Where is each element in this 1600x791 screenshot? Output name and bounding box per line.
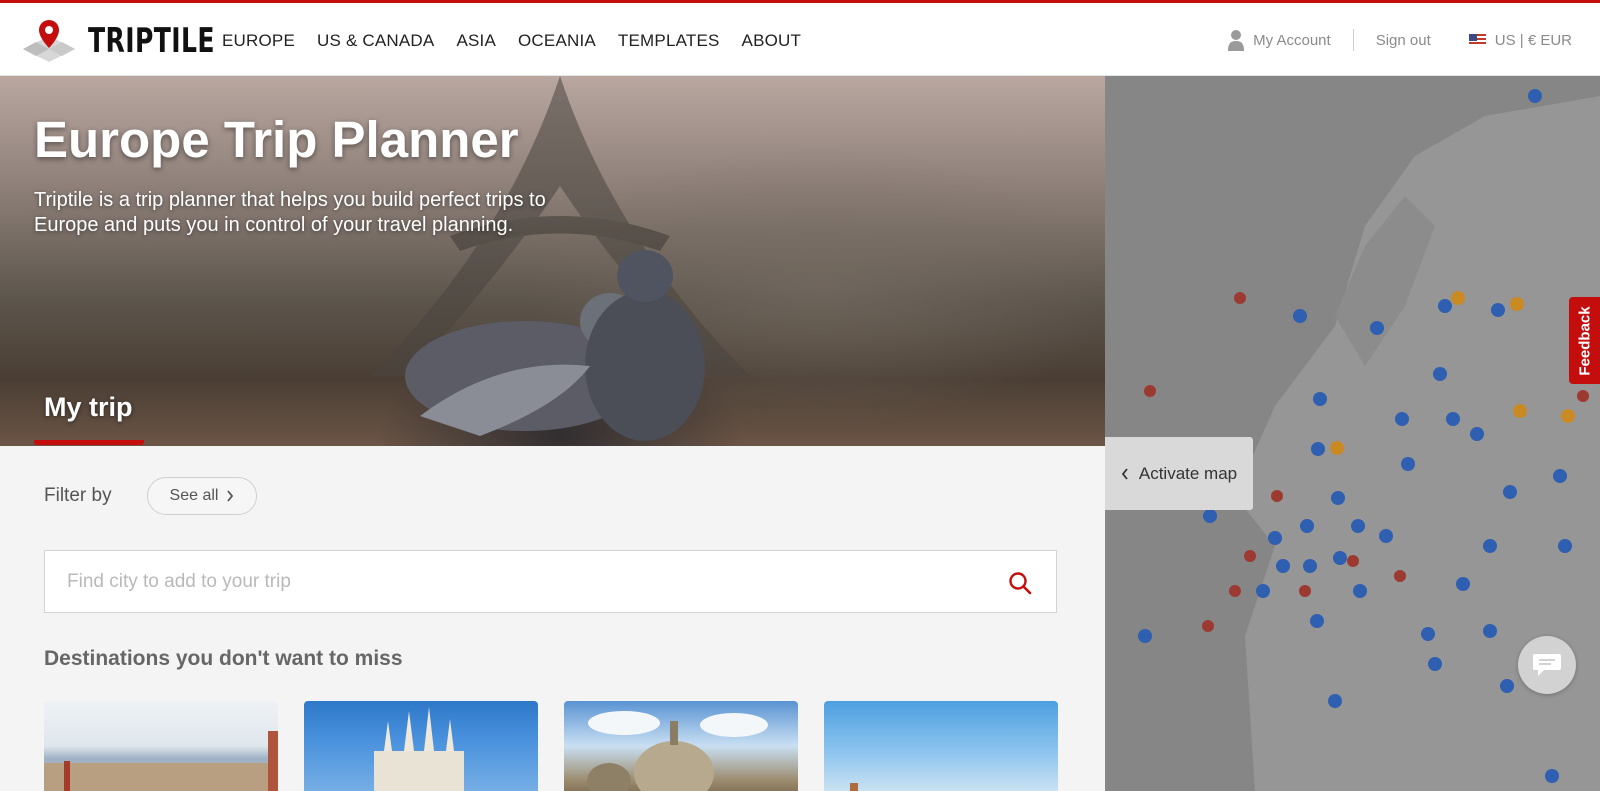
- active-tab-indicator: [34, 440, 144, 445]
- chevron-right-icon: [227, 490, 234, 502]
- destination-cards: [44, 701, 1058, 791]
- logo-mark-icon: [23, 20, 75, 62]
- hero-description: Triptile is a trip planner that helps yo…: [34, 189, 546, 236]
- destination-card[interactable]: [824, 701, 1058, 791]
- dome-image: [587, 711, 768, 791]
- nav-oceania[interactable]: OCEANIA: [518, 31, 596, 51]
- nav-about[interactable]: ABOUT: [742, 31, 802, 51]
- city-search-input[interactable]: [45, 551, 985, 612]
- city-image: [44, 731, 278, 791]
- chat-button[interactable]: [1518, 636, 1576, 694]
- nav-templates[interactable]: TEMPLATES: [618, 31, 720, 51]
- sign-out-link[interactable]: Sign out: [1376, 32, 1431, 49]
- destination-card[interactable]: [44, 701, 278, 791]
- nav-us-canada[interactable]: US & CANADA: [317, 31, 434, 51]
- feedback-tab[interactable]: Feedback: [1569, 297, 1600, 384]
- chevron-left-icon: [1121, 467, 1128, 480]
- nav-europe[interactable]: EUROPE: [222, 31, 295, 51]
- divider: [1352, 29, 1354, 51]
- destinations-heading: Destinations you don't want to miss: [44, 647, 403, 670]
- destination-card[interactable]: [564, 701, 798, 791]
- my-account-link[interactable]: My Account: [1228, 29, 1331, 51]
- feedback-label: Feedback: [1576, 305, 1593, 376]
- chat-bubble-icon: [1533, 654, 1561, 676]
- logo-text: TRIPTILE: [88, 21, 215, 61]
- main-nav: EUROPE US & CANADA ASIA OCEANIA TEMPLATE…: [222, 31, 801, 51]
- skyline-image: [850, 783, 858, 791]
- triptile-logo[interactable]: TRIPTILE: [18, 16, 243, 66]
- account-area: My Account Sign out US | € EUR: [1228, 29, 1572, 51]
- currency-selector[interactable]: US | € EUR: [1468, 31, 1572, 49]
- site-header: TRIPTILE EUROPE US & CANADA ASIA OCEANIA…: [0, 0, 1600, 76]
- city-search: [44, 550, 1057, 613]
- pigeons-image: [405, 250, 705, 441]
- see-all-label: See all: [169, 487, 219, 504]
- search-icon[interactable]: [1008, 571, 1032, 595]
- user-icon: [1228, 30, 1245, 51]
- see-all-button[interactable]: See all: [147, 477, 257, 515]
- filter-label: Filter by: [44, 485, 112, 506]
- page-title: Europe Trip Planner: [34, 111, 519, 168]
- destination-card[interactable]: [304, 701, 538, 791]
- my-trip-tab[interactable]: My trip: [44, 392, 133, 423]
- nav-asia[interactable]: ASIA: [456, 31, 496, 51]
- activate-map-label: Activate map: [1138, 463, 1238, 483]
- my-account-label: My Account: [1253, 31, 1331, 49]
- activate-map-button[interactable]: Activate map: [1105, 437, 1253, 510]
- currency-label: US | € EUR: [1494, 31, 1572, 49]
- cathedral-image: [374, 707, 464, 791]
- hero-banner: Europe Trip Planner Triptile is a trip p…: [0, 76, 1105, 446]
- us-flag-icon: [1468, 34, 1486, 46]
